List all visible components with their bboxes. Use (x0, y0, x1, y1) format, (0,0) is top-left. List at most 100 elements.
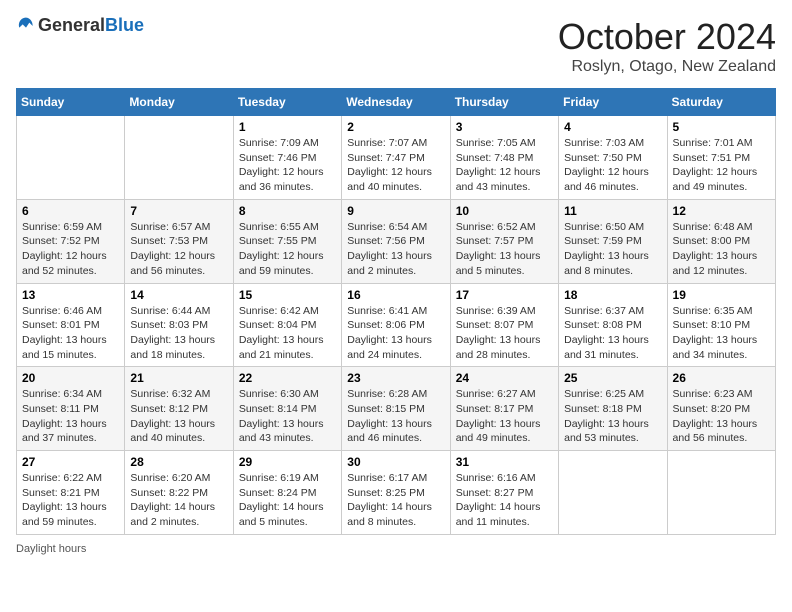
calendar-cell: 8Sunrise: 6:55 AMSunset: 7:55 PMDaylight… (233, 199, 341, 283)
weekday-header-friday: Friday (559, 89, 667, 116)
day-number: 9 (347, 204, 444, 218)
day-info: Sunrise: 6:55 AMSunset: 7:55 PMDaylight:… (239, 221, 324, 277)
calendar-cell: 3 Sunrise: 7:05 AMSunset: 7:48 PMDaylight… (450, 116, 558, 200)
day-info: Sunrise: 6:34 AMSunset: 8:11 PMDaylight:… (22, 388, 107, 444)
calendar-cell: 11 Sunrise: 6:50 AMSunset: 7:59 PMDayligh… (559, 199, 667, 283)
logo-text-general: General (38, 15, 105, 35)
day-number: 14 (130, 288, 227, 302)
calendar-cell: 24 Sunrise: 6:27 AMSunset: 8:17 PMDayligh… (450, 367, 558, 451)
calendar-cell: 27 Sunrise: 6:22 AMSunset: 8:21 PMDayligh… (17, 451, 125, 535)
weekday-header-row: SundayMondayTuesdayWednesdayThursdayFrid… (17, 89, 776, 116)
day-info: Sunrise: 6:44 AMSunset: 8:03 PMDaylight:… (130, 305, 215, 361)
calendar-cell: 21Sunrise: 6:32 AMSunset: 8:12 PMDayligh… (125, 367, 233, 451)
calendar-cell (559, 451, 667, 535)
daylight-label: Daylight hours (16, 543, 86, 555)
calendar-cell: 1 Sunrise: 7:09 AMSunset: 7:46 PMDaylight… (233, 116, 341, 200)
calendar-cell: 6 Sunrise: 6:59 AMSunset: 7:52 PMDaylight… (17, 199, 125, 283)
day-info: Sunrise: 7:07 AMSunset: 7:47 PMDaylight:… (347, 137, 432, 193)
calendar-cell: 20 Sunrise: 6:34 AMSunset: 8:11 PMDayligh… (17, 367, 125, 451)
calendar-cell (17, 116, 125, 200)
calendar-cell: 7Sunrise: 6:57 AMSunset: 7:53 PMDaylight… (125, 199, 233, 283)
day-info: Sunrise: 6:16 AMSunset: 8:27 PMDaylight:… (456, 472, 541, 528)
day-info: Sunrise: 6:25 AMSunset: 8:18 PMDaylight:… (564, 388, 649, 444)
day-number: 5 (673, 120, 770, 134)
calendar-cell (667, 451, 775, 535)
weekday-header-monday: Monday (125, 89, 233, 116)
day-info: Sunrise: 6:39 AMSunset: 8:07 PMDaylight:… (456, 305, 541, 361)
day-info: Sunrise: 6:22 AMSunset: 8:21 PMDaylight:… (22, 472, 107, 528)
calendar-cell: 14 Sunrise: 6:44 AMSunset: 8:03 PMDayligh… (125, 283, 233, 367)
day-number: 20 (22, 371, 119, 385)
calendar-cell: 22Sunrise: 6:30 AMSunset: 8:14 PMDayligh… (233, 367, 341, 451)
day-number: 27 (22, 455, 119, 469)
day-info: Sunrise: 6:42 AMSunset: 8:04 PMDaylight:… (239, 305, 324, 361)
weekday-header-tuesday: Tuesday (233, 89, 341, 116)
week-row-4: 20 Sunrise: 6:34 AMSunset: 8:11 PMDayligh… (17, 367, 776, 451)
calendar-cell: 10 Sunrise: 6:52 AMSunset: 7:57 PMDayligh… (450, 199, 558, 283)
calendar-cell: 25Sunrise: 6:25 AMSunset: 8:18 PMDayligh… (559, 367, 667, 451)
day-number: 11 (564, 204, 661, 218)
day-number: 18 (564, 288, 661, 302)
day-number: 1 (239, 120, 336, 134)
calendar-cell: 29 Sunrise: 6:19 AMSunset: 8:24 PMDayligh… (233, 451, 341, 535)
day-info: Sunrise: 6:27 AMSunset: 8:17 PMDaylight:… (456, 388, 541, 444)
day-info: Sunrise: 6:59 AMSunset: 7:52 PMDaylight:… (22, 221, 107, 277)
day-number: 29 (239, 455, 336, 469)
calendar-cell: 18Sunrise: 6:37 AMSunset: 8:08 PMDayligh… (559, 283, 667, 367)
day-number: 22 (239, 371, 336, 385)
calendar-cell: 16Sunrise: 6:41 AMSunset: 8:06 PMDayligh… (342, 283, 450, 367)
day-info: Sunrise: 6:48 AMSunset: 8:00 PMDaylight:… (673, 221, 758, 277)
calendar-cell: 2 Sunrise: 7:07 AMSunset: 7:47 PMDaylight… (342, 116, 450, 200)
day-number: 21 (130, 371, 227, 385)
day-number: 6 (22, 204, 119, 218)
day-info: Sunrise: 7:01 AMSunset: 7:51 PMDaylight:… (673, 137, 758, 193)
weekday-header-saturday: Saturday (667, 89, 775, 116)
day-info: Sunrise: 6:46 AMSunset: 8:01 PMDaylight:… (22, 305, 107, 361)
day-info: Sunrise: 6:19 AMSunset: 8:24 PMDaylight:… (239, 472, 324, 528)
day-info: Sunrise: 7:03 AMSunset: 7:50 PMDaylight:… (564, 137, 649, 193)
day-number: 10 (456, 204, 553, 218)
day-number: 7 (130, 204, 227, 218)
title-block: October 2024 Roslyn, Otago, New Zealand (558, 16, 776, 76)
day-number: 3 (456, 120, 553, 134)
day-number: 26 (673, 371, 770, 385)
day-info: Sunrise: 7:05 AMSunset: 7:48 PMDaylight:… (456, 137, 541, 193)
page-header: GeneralBlue October 2024 Roslyn, Otago, … (16, 16, 776, 76)
calendar-table: SundayMondayTuesdayWednesdayThursdayFrid… (16, 88, 776, 535)
day-info: Sunrise: 6:52 AMSunset: 7:57 PMDaylight:… (456, 221, 541, 277)
calendar-cell: 9 Sunrise: 6:54 AMSunset: 7:56 PMDaylight… (342, 199, 450, 283)
week-row-5: 27 Sunrise: 6:22 AMSunset: 8:21 PMDayligh… (17, 451, 776, 535)
calendar-cell: 4 Sunrise: 7:03 AMSunset: 7:50 PMDaylight… (559, 116, 667, 200)
day-number: 15 (239, 288, 336, 302)
day-info: Sunrise: 6:28 AMSunset: 8:15 PMDaylight:… (347, 388, 432, 444)
month-title: October 2024 (558, 16, 776, 58)
logo-icon (16, 16, 36, 36)
calendar-cell: 13 Sunrise: 6:46 AMSunset: 8:01 PMDayligh… (17, 283, 125, 367)
location-title: Roslyn, Otago, New Zealand (558, 58, 776, 76)
day-info: Sunrise: 6:54 AMSunset: 7:56 PMDaylight:… (347, 221, 432, 277)
day-info: Sunrise: 6:20 AMSunset: 8:22 PMDaylight:… (130, 472, 215, 528)
calendar-cell: 15 Sunrise: 6:42 AMSunset: 8:04 PMDayligh… (233, 283, 341, 367)
day-info: Sunrise: 7:09 AMSunset: 7:46 PMDaylight:… (239, 137, 324, 193)
day-number: 13 (22, 288, 119, 302)
footer-note: Daylight hours (16, 543, 776, 555)
weekday-header-sunday: Sunday (17, 89, 125, 116)
day-info: Sunrise: 6:50 AMSunset: 7:59 PMDaylight:… (564, 221, 649, 277)
day-number: 4 (564, 120, 661, 134)
day-number: 24 (456, 371, 553, 385)
calendar-cell: 23 Sunrise: 6:28 AMSunset: 8:15 PMDayligh… (342, 367, 450, 451)
week-row-1: 1 Sunrise: 7:09 AMSunset: 7:46 PMDaylight… (17, 116, 776, 200)
day-info: Sunrise: 6:23 AMSunset: 8:20 PMDaylight:… (673, 388, 758, 444)
day-number: 19 (673, 288, 770, 302)
day-info: Sunrise: 6:35 AMSunset: 8:10 PMDaylight:… (673, 305, 758, 361)
calendar-cell: 26 Sunrise: 6:23 AMSunset: 8:20 PMDayligh… (667, 367, 775, 451)
day-number: 2 (347, 120, 444, 134)
week-row-2: 6 Sunrise: 6:59 AMSunset: 7:52 PMDaylight… (17, 199, 776, 283)
calendar-cell: 19 Sunrise: 6:35 AMSunset: 8:10 PMDayligh… (667, 283, 775, 367)
day-number: 16 (347, 288, 444, 302)
calendar-cell: 17 Sunrise: 6:39 AMSunset: 8:07 PMDayligh… (450, 283, 558, 367)
day-number: 17 (456, 288, 553, 302)
calendar-cell: 12Sunrise: 6:48 AMSunset: 8:00 PMDayligh… (667, 199, 775, 283)
day-number: 28 (130, 455, 227, 469)
day-number: 23 (347, 371, 444, 385)
